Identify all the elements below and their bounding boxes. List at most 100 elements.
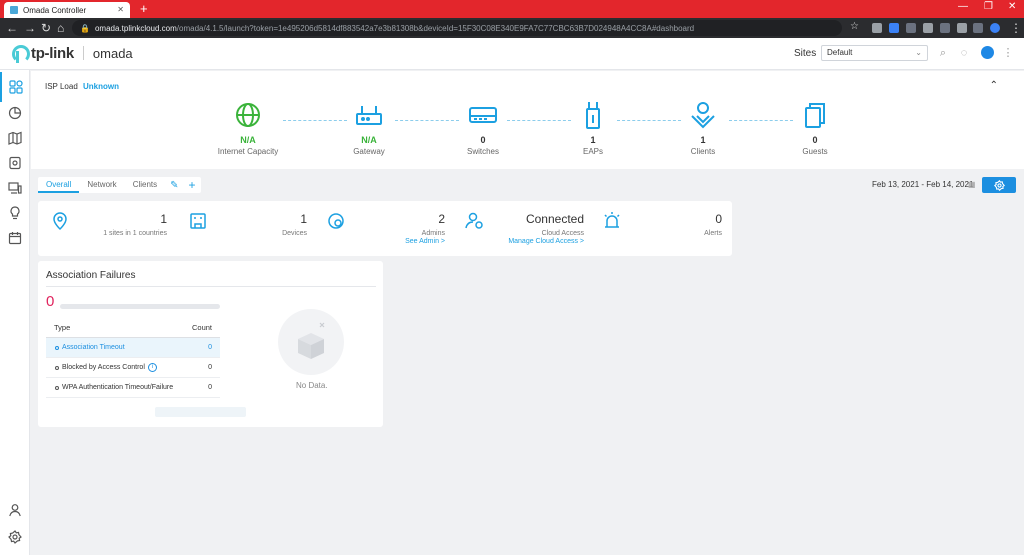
admins-label: Admins <box>421 230 445 237</box>
sites-label: Sites <box>794 48 817 59</box>
topology-gateway-value: N/A <box>361 135 377 145</box>
map-icon <box>8 131 22 145</box>
refresh-icon[interactable]: ◌ <box>958 47 970 59</box>
topology-clients-label: Clients <box>690 147 716 156</box>
manage-cloud-access-link[interactable]: Manage Cloud Access > <box>508 238 584 245</box>
sites-summary: 1 sites in 1 countries <box>103 230 167 237</box>
table-row[interactable]: Association Timeout 0 <box>46 338 220 358</box>
tplink-logo: tp-link omada <box>10 43 133 63</box>
sidebar-item-logs[interactable] <box>0 223 30 253</box>
switch-icon <box>469 107 497 123</box>
devices-label: Devices <box>282 230 307 237</box>
brand-name: tp-link <box>31 44 74 62</box>
card-title: Association Failures <box>46 270 136 281</box>
table-row[interactable]: Blocked by Access Control i 0 <box>46 358 220 378</box>
topology-clients-value: 1 <box>700 135 706 145</box>
extension-photo-icon[interactable] <box>940 23 950 33</box>
topology-switches-label: Switches <box>466 147 499 156</box>
info-icon[interactable]: i <box>147 363 157 372</box>
browser-address-bar: ← → ↻ ⌂ 🔒 omada.tplinkcloud.com /omada/4… <box>0 18 1024 38</box>
add-tab-icon[interactable]: + <box>184 178 201 192</box>
bookmark-star-icon[interactable]: ☆ <box>850 21 859 32</box>
table-row[interactable]: WPA Authentication Timeout/Failure 0 <box>46 378 220 398</box>
extension-shield-icon[interactable] <box>872 23 882 33</box>
search-icon[interactable]: ⌕ <box>937 47 949 59</box>
pie-chart-icon <box>8 106 22 120</box>
divider <box>46 286 376 287</box>
topology-guests[interactable]: 0 Guests <box>775 101 855 156</box>
failure-count: 0 <box>208 364 212 371</box>
sidebar-item-settings[interactable] <box>0 522 30 552</box>
chevron-down-icon: ⌄ <box>915 48 922 57</box>
browser-tab[interactable]: Omada Controller ✕ <box>4 2 130 18</box>
profile-avatar-icon[interactable] <box>990 23 1000 33</box>
new-tab-button[interactable]: + <box>140 1 148 16</box>
failure-type: WPA Authentication Timeout/Failure <box>62 384 174 391</box>
site-select[interactable]: Default ⌄ <box>821 45 928 61</box>
extension-image-icon[interactable] <box>906 23 916 33</box>
association-failures-card: Association Failures 0 Type Count Associ… <box>38 261 383 427</box>
failure-count: 0 <box>208 344 212 351</box>
topology-eaps[interactable]: 1 EAPs <box>553 101 633 156</box>
alerts-count: 0 <box>715 212 722 226</box>
tab-clients[interactable]: Clients <box>125 177 165 193</box>
lightbulb-icon <box>10 206 20 220</box>
failures-total: 0 <box>46 293 55 310</box>
omada-favicon-icon <box>10 6 18 14</box>
edit-icon[interactable]: ✎ <box>165 180 183 191</box>
client-devices-icon <box>8 182 22 194</box>
calendar-picker-icon[interactable]: ▦ <box>968 180 976 189</box>
sidebar-item-account[interactable] <box>0 495 30 525</box>
close-tab-icon[interactable]: ✕ <box>117 5 124 14</box>
extension-blue-icon[interactable] <box>889 23 899 33</box>
overview-stats-card: 1 1 sites in 1 countries 1 Devices 2 Adm… <box>38 201 732 256</box>
failures-progress-bar <box>60 304 220 309</box>
logo-divider <box>82 46 84 60</box>
tab-network[interactable]: Network <box>79 177 124 193</box>
sites-count: 1 <box>160 212 167 226</box>
cloud-access-status: Connected <box>525 212 584 226</box>
url-field[interactable]: 🔒 omada.tplinkcloud.com /omada/4.1.5/lau… <box>72 20 842 36</box>
no-data-message: No Data. <box>296 381 328 390</box>
isp-load-label: ISP Load <box>45 82 78 91</box>
sidebar <box>0 70 30 555</box>
location-pin-icon <box>53 212 67 231</box>
back-arrow-icon[interactable]: ← <box>6 21 18 35</box>
chevron-up-icon[interactable]: ⌃ <box>990 80 998 91</box>
network-topology-panel: ISP Load Unknown ⌃ N/A Internet Capacity… <box>31 71 1024 169</box>
failure-type: Blocked by Access Control <box>62 364 145 371</box>
home-icon[interactable]: ⌂ <box>57 21 64 35</box>
user-icon <box>9 504 21 517</box>
show-more-button[interactable] <box>155 407 246 417</box>
more-menu-icon[interactable]: ⋮ <box>1002 47 1014 59</box>
lock-icon: 🔒 <box>80 23 90 33</box>
legend-dot-icon <box>55 385 59 390</box>
browser-menu-icon[interactable]: ⋮ <box>1010 21 1022 35</box>
dashboard-settings-button[interactable] <box>982 177 1016 193</box>
sites-building-icon <box>190 213 206 229</box>
window-minimize-button[interactable]: — <box>958 1 968 12</box>
extension-grid-icon[interactable] <box>923 23 933 33</box>
window-restore-button[interactable]: ❐ <box>984 1 993 12</box>
dashboard-grid-icon <box>9 80 23 94</box>
topology-internet[interactable]: N/A Internet Capacity <box>208 101 288 156</box>
extension-camera-icon[interactable] <box>957 23 967 33</box>
reload-icon[interactable]: ↻ <box>41 21 51 35</box>
extensions-puzzle-icon[interactable] <box>973 23 983 33</box>
admins-count: 2 <box>438 212 445 226</box>
window-close-button[interactable]: ✕ <box>1008 1 1016 12</box>
column-header-type: Type <box>54 323 71 332</box>
forward-arrow-icon[interactable]: → <box>24 21 36 35</box>
date-range[interactable]: Feb 13, 2021 - Feb 14, 2021 <box>872 180 973 189</box>
topology-switches[interactable]: 0 Switches <box>443 101 523 156</box>
topology-eaps-label: EAPs <box>582 147 603 156</box>
see-admin-link[interactable]: See Admin > <box>405 238 445 245</box>
topology-clients[interactable]: 1 Clients <box>663 101 743 156</box>
user-avatar-icon[interactable] <box>981 46 994 59</box>
tab-overall[interactable]: Overall <box>38 177 80 193</box>
topology-gateway[interactable]: N/A Gateway <box>329 101 409 156</box>
product-name: omada <box>92 45 133 61</box>
failure-type: Association Timeout <box>62 344 125 351</box>
topology-gateway-label: Gateway <box>353 147 385 156</box>
tplink-logo-icon <box>10 43 30 63</box>
